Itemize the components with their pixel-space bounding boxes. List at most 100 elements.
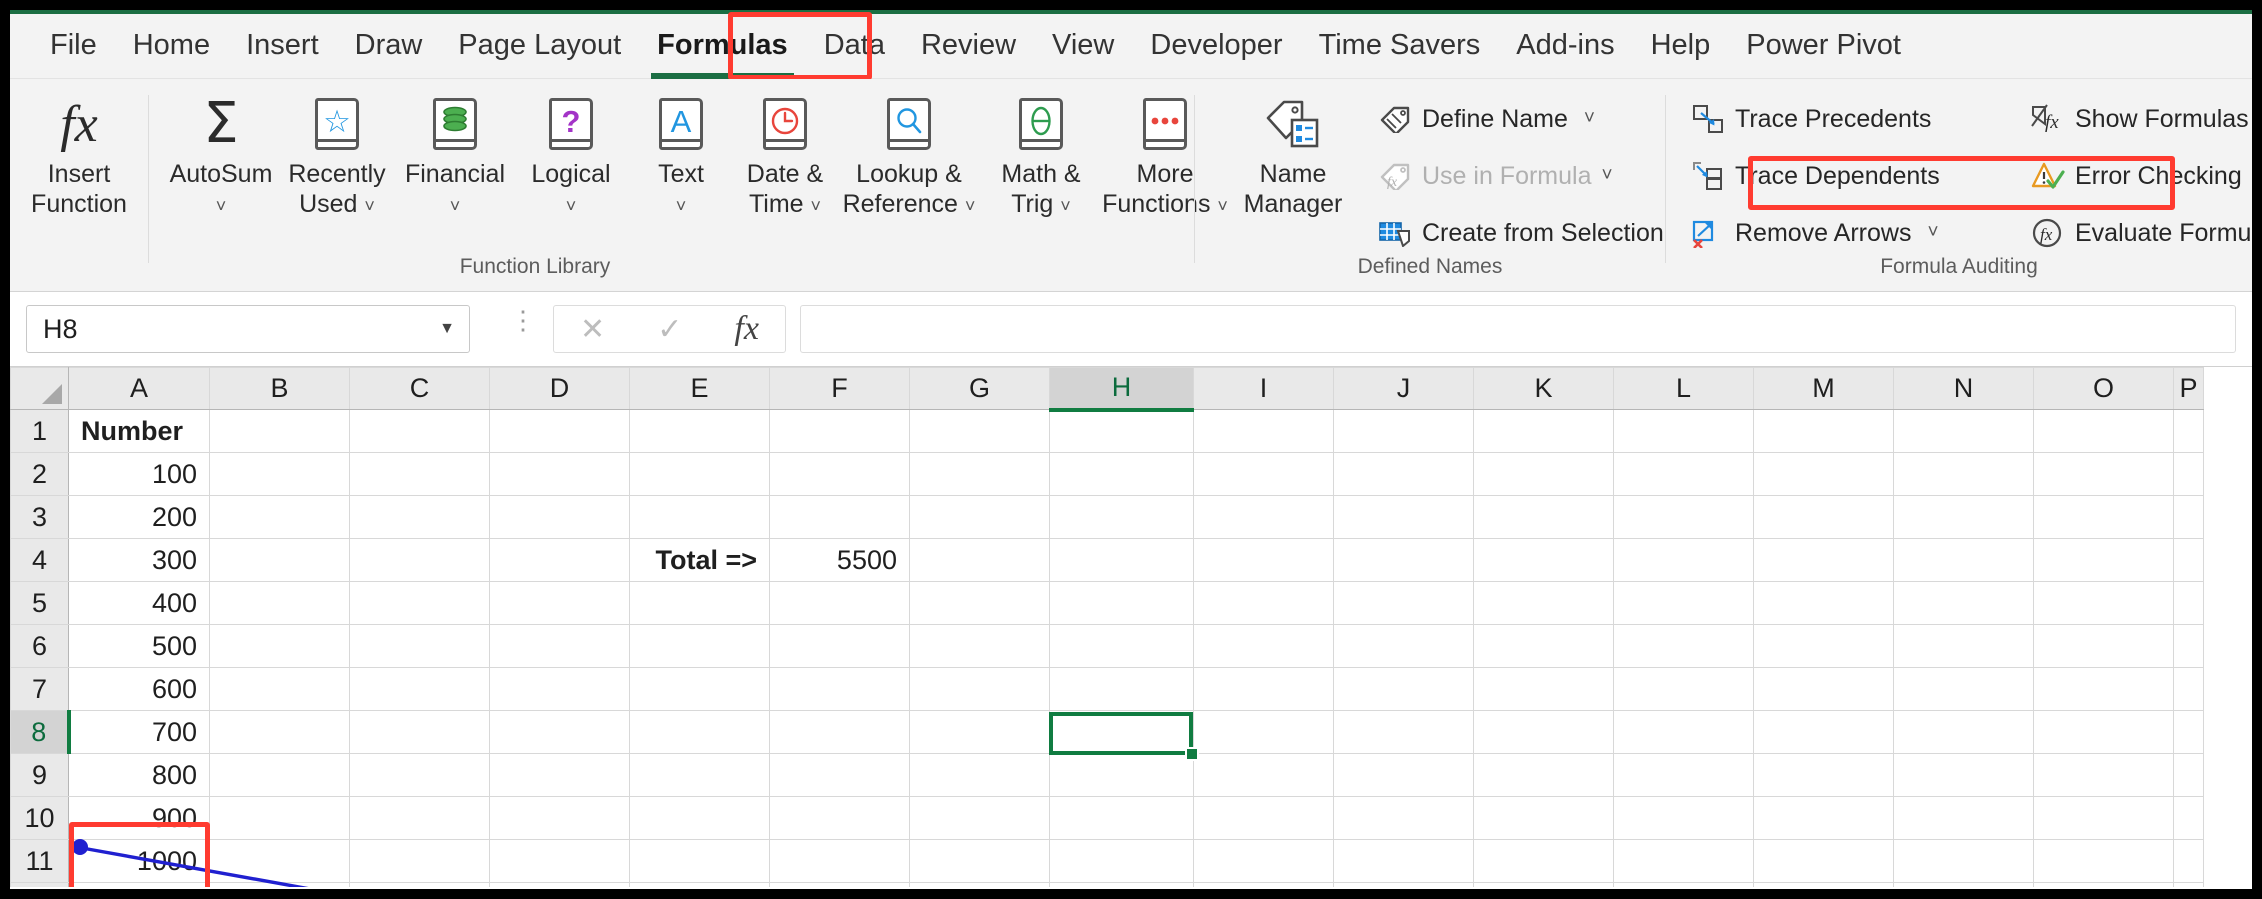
cell-g12[interactable] <box>910 883 1050 888</box>
cell-l5[interactable] <box>1614 582 1754 625</box>
cell-f10[interactable] <box>770 797 910 840</box>
row-header-8[interactable]: 8 <box>11 711 69 754</box>
cell-h8[interactable] <box>1050 711 1194 754</box>
cell-b5[interactable] <box>210 582 350 625</box>
name-box-dropdown-icon[interactable]: ▼ <box>425 320 469 338</box>
autosum-button[interactable]: Σ AutoSum˅ <box>158 93 284 221</box>
cell-e2[interactable] <box>630 453 770 496</box>
cell-d8[interactable] <box>490 711 630 754</box>
column-header-i[interactable]: I <box>1194 368 1334 410</box>
trace-precedents-button[interactable]: Trace Precedents <box>1690 99 1931 139</box>
cell-e3[interactable] <box>630 496 770 539</box>
cell-j8[interactable] <box>1334 711 1474 754</box>
name-manager-button[interactable]: Name Manager <box>1223 93 1363 219</box>
cell-j4[interactable] <box>1334 539 1474 582</box>
cell-j12[interactable] <box>1334 883 1474 888</box>
cell-n5[interactable] <box>1894 582 2034 625</box>
cell-h7[interactable] <box>1050 668 1194 711</box>
cell-o8[interactable] <box>2034 711 2174 754</box>
cell-c12[interactable] <box>350 883 490 888</box>
row-header-5[interactable]: 5 <box>11 582 69 625</box>
cell-n7[interactable] <box>1894 668 2034 711</box>
cell-g6[interactable] <box>910 625 1050 668</box>
cell-l2[interactable] <box>1614 453 1754 496</box>
cell-h2[interactable] <box>1050 453 1194 496</box>
cell-l1[interactable] <box>1614 410 1754 453</box>
cell-j7[interactable] <box>1334 668 1474 711</box>
tab-developer[interactable]: Developer <box>1132 18 1300 72</box>
cell-p12[interactable] <box>2174 883 2204 888</box>
column-header-l[interactable]: L <box>1614 368 1754 410</box>
cell-o5[interactable] <box>2034 582 2174 625</box>
cell-k5[interactable] <box>1474 582 1614 625</box>
cell-m5[interactable] <box>1754 582 1894 625</box>
cell-c6[interactable] <box>350 625 490 668</box>
cell-b6[interactable] <box>210 625 350 668</box>
cell-e8[interactable] <box>630 711 770 754</box>
cell-h1[interactable] <box>1050 410 1194 453</box>
chevron-down-icon[interactable]: ˅ <box>1602 165 1613 187</box>
cell-a10[interactable]: 900 <box>69 797 210 840</box>
lookup-reference-button[interactable]: Lookup & Reference ˅ <box>834 93 984 221</box>
cell-a9[interactable]: 800 <box>69 754 210 797</box>
cell-g3[interactable] <box>910 496 1050 539</box>
cell-a11[interactable]: 1000 <box>69 840 210 883</box>
cell-g8[interactable] <box>910 711 1050 754</box>
cell-c9[interactable] <box>350 754 490 797</box>
cell-i12[interactable] <box>1194 883 1334 888</box>
cell-c11[interactable] <box>350 840 490 883</box>
row-header-9[interactable]: 9 <box>11 754 69 797</box>
cell-p4[interactable] <box>2174 539 2204 582</box>
cell-i6[interactable] <box>1194 625 1334 668</box>
cell-g2[interactable] <box>910 453 1050 496</box>
row-header-6[interactable]: 6 <box>11 625 69 668</box>
cell-a3[interactable]: 200 <box>69 496 210 539</box>
cell-k10[interactable] <box>1474 797 1614 840</box>
cell-o3[interactable] <box>2034 496 2174 539</box>
error-checking-button[interactable]: Error Checking ˅ <box>2030 156 2252 196</box>
cell-k11[interactable] <box>1474 840 1614 883</box>
cell-p11[interactable] <box>2174 840 2204 883</box>
cell-o1[interactable] <box>2034 410 2174 453</box>
cell-c4[interactable] <box>350 539 490 582</box>
cell-i5[interactable] <box>1194 582 1334 625</box>
cell-j2[interactable] <box>1334 453 1474 496</box>
cell-c3[interactable] <box>350 496 490 539</box>
cell-l8[interactable] <box>1614 711 1754 754</box>
cell-k2[interactable] <box>1474 453 1614 496</box>
evaluate-formula-button[interactable]: fx Evaluate Formula <box>2030 213 2252 253</box>
chevron-down-icon[interactable]: ˅ <box>1927 222 1938 244</box>
fill-handle[interactable] <box>1185 747 1199 761</box>
tab-time-savers[interactable]: Time Savers <box>1301 18 1499 72</box>
cell-f6[interactable] <box>770 625 910 668</box>
cell-i8[interactable] <box>1194 711 1334 754</box>
cell-o9[interactable] <box>2034 754 2174 797</box>
cell-f9[interactable] <box>770 754 910 797</box>
cell-c1[interactable] <box>350 410 490 453</box>
cell-a4[interactable]: 300 <box>69 539 210 582</box>
tab-formulas[interactable]: Formulas <box>639 18 806 72</box>
tab-page-layout[interactable]: Page Layout <box>440 18 639 72</box>
cell-i7[interactable] <box>1194 668 1334 711</box>
cell-b2[interactable] <box>210 453 350 496</box>
cell-f4[interactable]: 5500 <box>770 539 910 582</box>
column-header-g[interactable]: G <box>910 368 1050 410</box>
cell-d9[interactable] <box>490 754 630 797</box>
cell-o11[interactable] <box>2034 840 2174 883</box>
cell-l10[interactable] <box>1614 797 1754 840</box>
tab-review[interactable]: Review <box>903 18 1034 72</box>
cell-l3[interactable] <box>1614 496 1754 539</box>
column-header-e[interactable]: E <box>630 368 770 410</box>
cell-j9[interactable] <box>1334 754 1474 797</box>
cell-p10[interactable] <box>2174 797 2204 840</box>
formula-bar-grip[interactable]: ⋮ <box>510 314 536 327</box>
cell-e7[interactable] <box>630 668 770 711</box>
cell-f12[interactable] <box>770 883 910 888</box>
cell-p5[interactable] <box>2174 582 2204 625</box>
logical-button[interactable]: ? Logical˅ <box>508 93 634 221</box>
cell-g7[interactable] <box>910 668 1050 711</box>
cell-n4[interactable] <box>1894 539 2034 582</box>
cell-b1[interactable] <box>210 410 350 453</box>
cell-o10[interactable] <box>2034 797 2174 840</box>
cell-e1[interactable] <box>630 410 770 453</box>
